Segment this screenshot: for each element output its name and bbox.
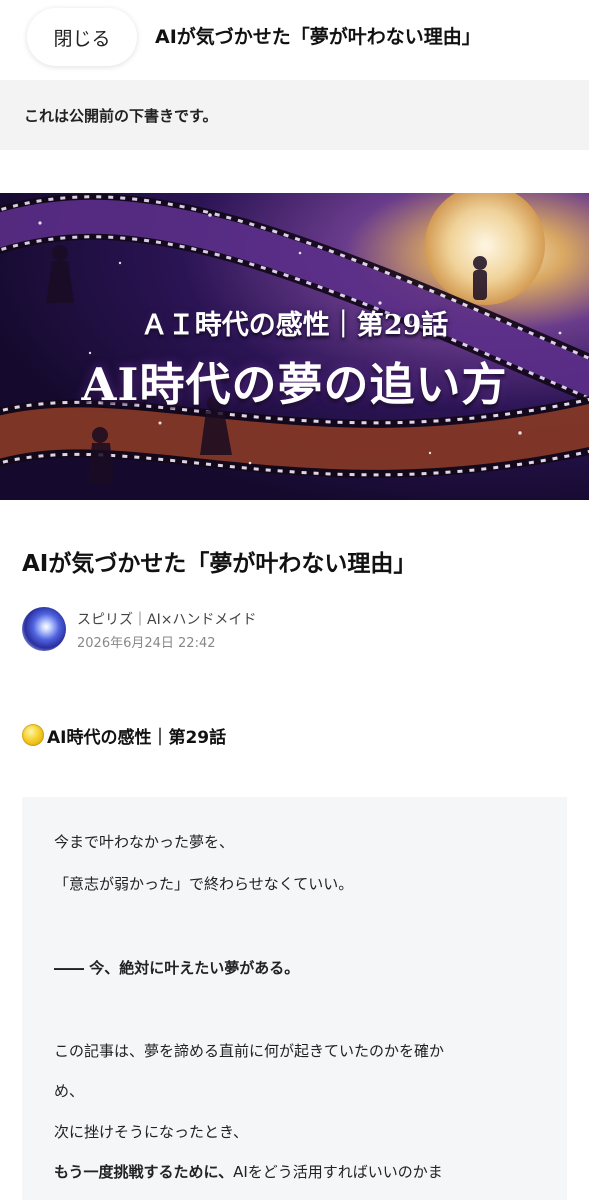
hero-image <box>0 193 589 500</box>
post-date: 2026年6月24日 22:42 <box>77 636 216 651</box>
quote-line: 今まで叶わなかった夢を、 <box>54 833 235 851</box>
author-name[interactable]: スピリズ｜AI×ハンドメイド <box>77 609 256 629</box>
hero-subtitle: ＡＩ時代の感性｜第29話 <box>140 310 449 341</box>
draft-notice: これは公開前の下書きです。 <box>24 106 218 125</box>
quote-box: 今まで叶わなかった夢を、 「意志が弱かった」で終わらせなくていい。 ―― 今、絶… <box>22 797 567 1200</box>
hero-artwork <box>0 193 589 483</box>
section-heading: AI時代の感性｜第29話 <box>22 723 227 748</box>
quote-bold-segment: もう一度挑戦するために、 <box>54 1163 234 1181</box>
article-title: AIが気づかせた「夢が叶わない理由」 <box>22 551 417 577</box>
quote-line: 「意志が弱かった」で終わらせなくていい。 <box>54 875 354 893</box>
quote-segment: AIをどう活用すればいいのかま <box>233 1163 443 1181</box>
quote-line: もう一度挑戦するために、AIをどう活用すればいいのかま <box>54 1161 443 1182</box>
coin-icon <box>22 724 44 746</box>
draft-banner: これは公開前の下書きです。 <box>0 80 589 150</box>
hero-title: AI時代の夢の追い方 <box>81 358 508 411</box>
top-bar: 閉じる AIが気づかせた「夢が叶わない理由」 <box>0 0 589 80</box>
author-avatar[interactable] <box>22 607 66 651</box>
quote-line: この記事は、夢を諦める直前に何が起きていたのかを確か <box>54 1042 445 1060</box>
header-title: AIが気づかせた「夢が叶わない理由」 <box>155 26 481 48</box>
quote-line: め、 <box>54 1082 85 1100</box>
quote-line: 次に挫けそうになったとき、 <box>54 1123 248 1141</box>
quote-line-emphasis: ―― 今、絶対に叶えたい夢がある。 <box>54 959 300 977</box>
section-heading-text: AI時代の感性｜第29話 <box>47 727 227 748</box>
close-button[interactable]: 閉じる <box>27 8 137 66</box>
